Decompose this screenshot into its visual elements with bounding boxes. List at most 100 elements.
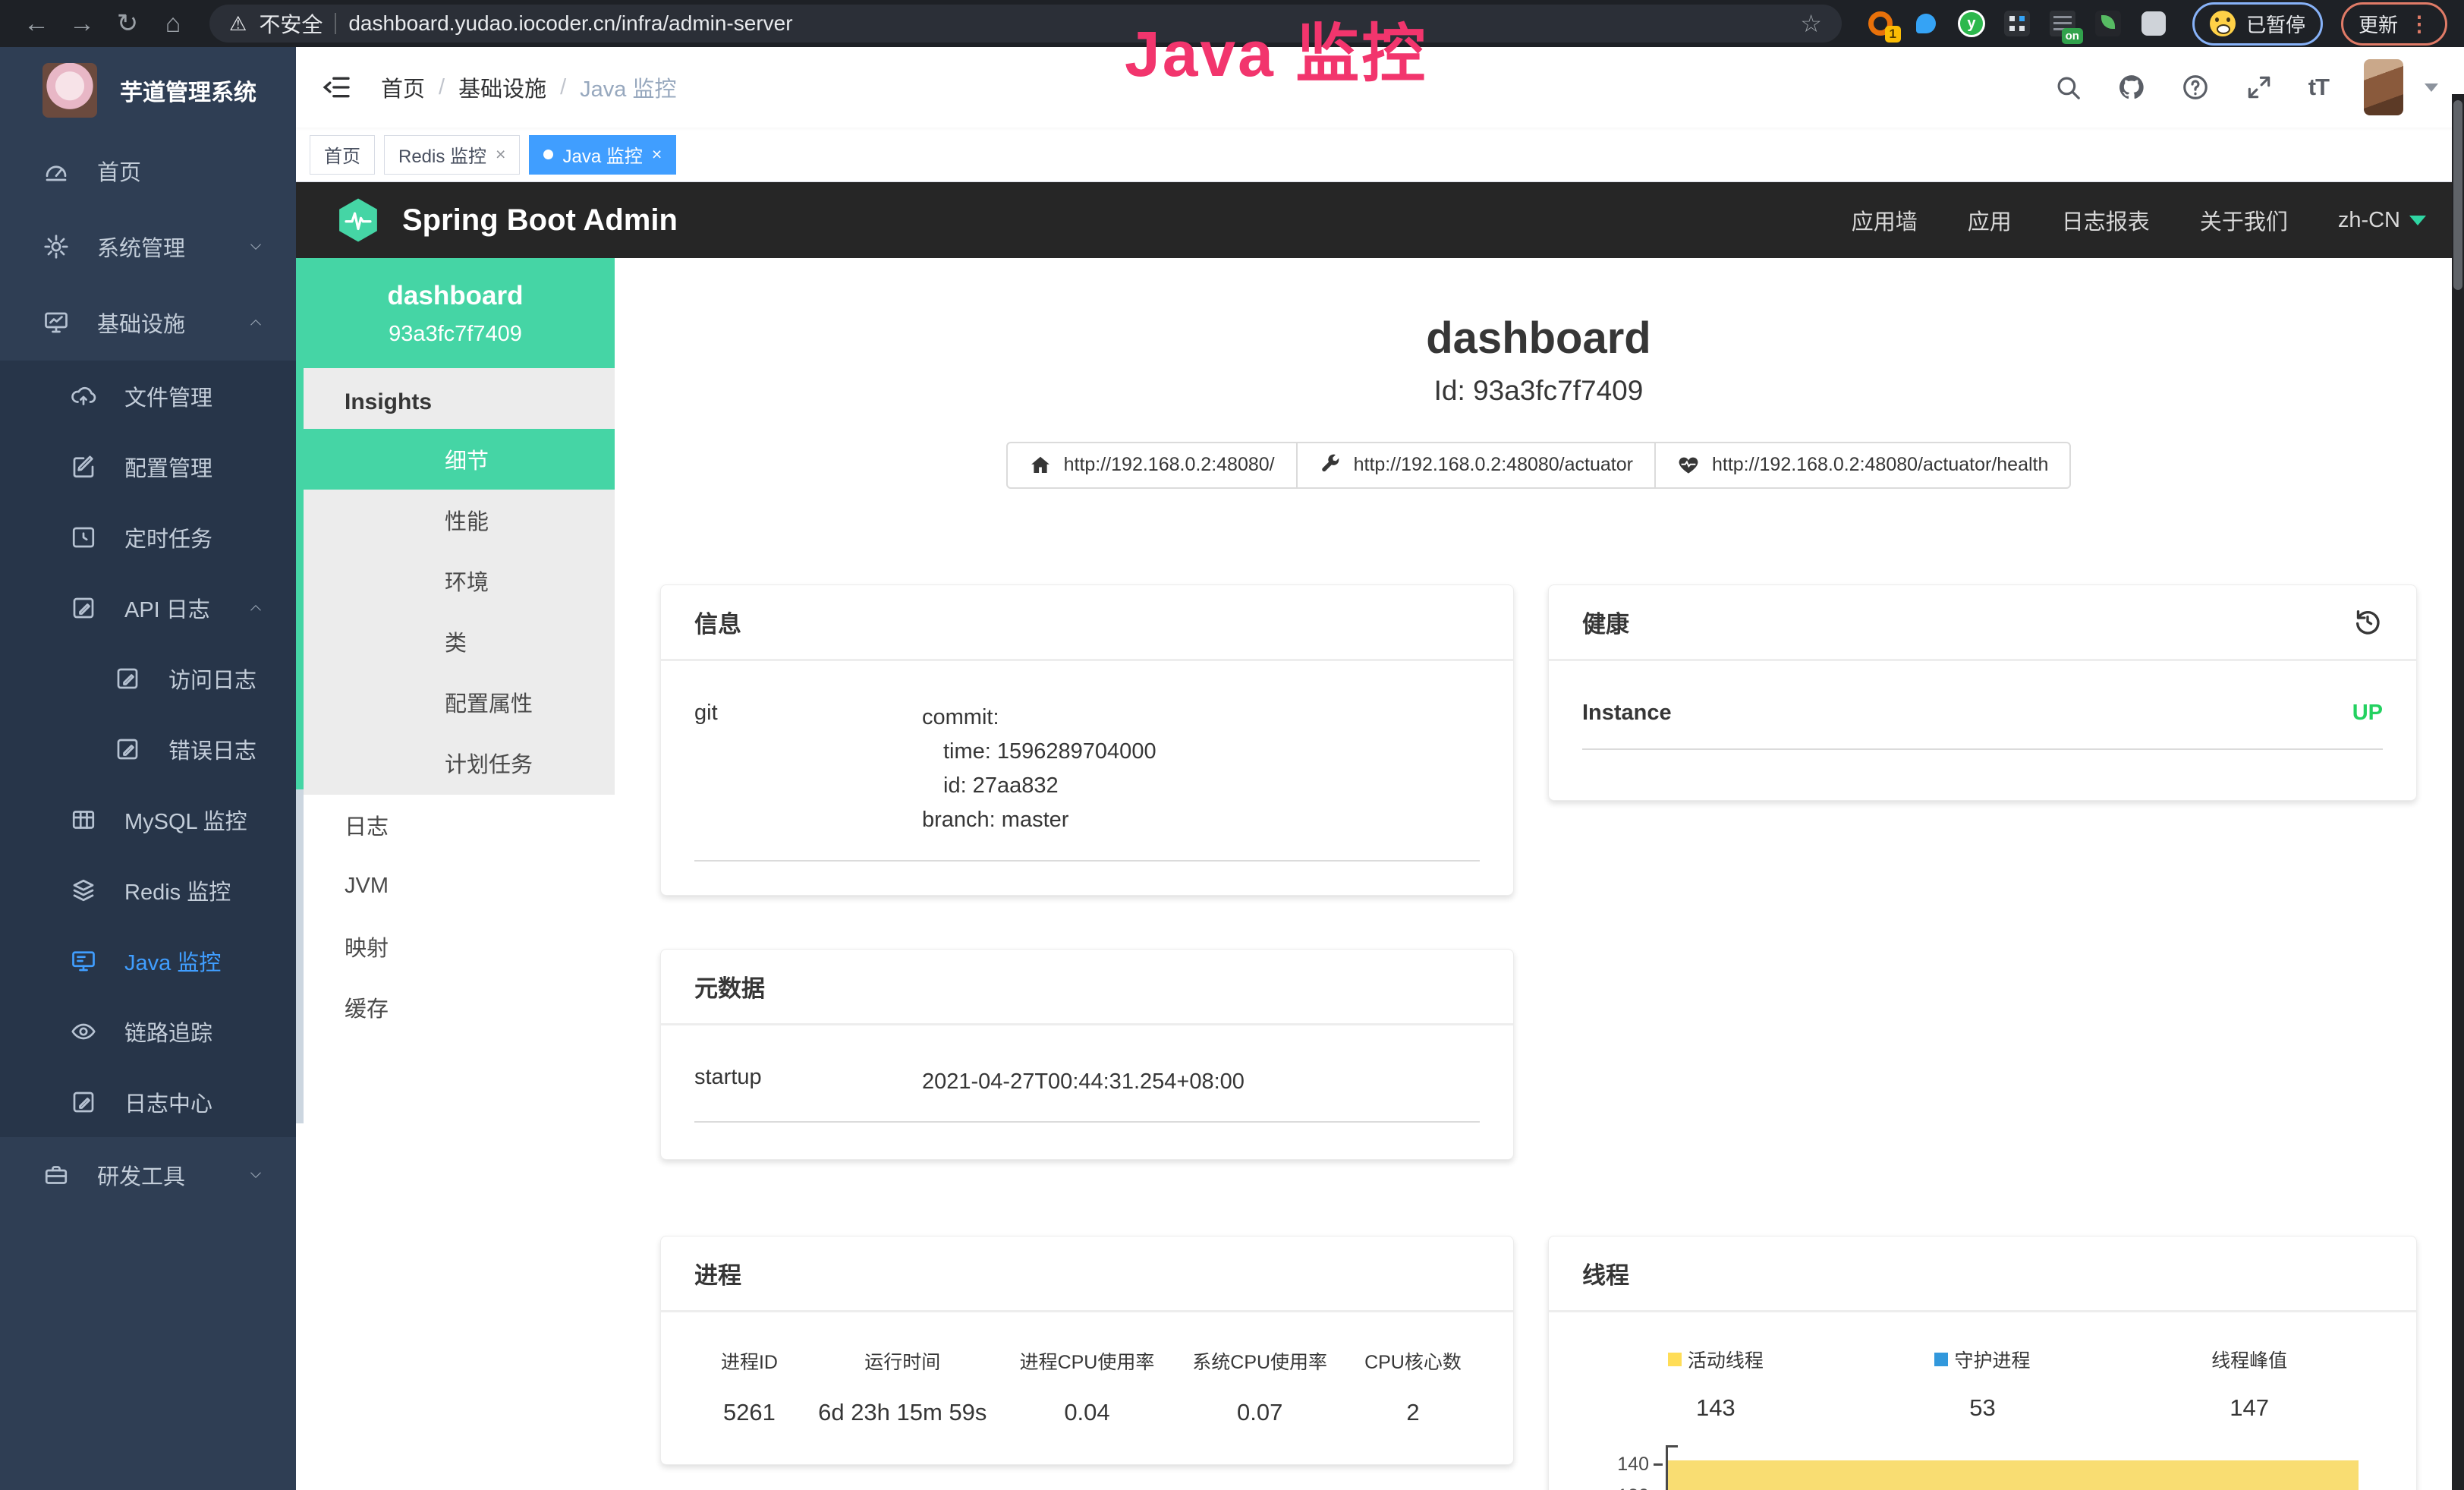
warning-icon: ⚠ — [229, 12, 247, 36]
sba-item-mappings[interactable]: 映射 — [296, 916, 615, 977]
health-url-button[interactable]: http://192.168.0.2:48080/actuator/health — [1654, 442, 2071, 489]
git-commit-line: commit: — [922, 701, 1480, 735]
sidebar-item-java-monitor[interactable]: Java 监控 — [0, 925, 296, 996]
sidebar-item-redis-monitor[interactable]: Redis 监控 — [0, 855, 296, 925]
health-history-button[interactable] — [2352, 606, 2383, 637]
sba-item-logs[interactable]: 日志 — [296, 795, 615, 855]
y-extension-icon[interactable]: y — [1957, 9, 1986, 38]
sprout-extension-icon[interactable] — [2094, 9, 2123, 38]
sidebar-item-system[interactable]: 系统管理 — [0, 209, 296, 285]
sidebar-item-config-management[interactable]: 配置管理 — [0, 431, 296, 502]
monitor-chart-icon — [42, 309, 70, 336]
sba-item-scheduled-tasks[interactable]: 计划任务 — [296, 732, 615, 793]
app-logo-row[interactable]: 芋道管理系统 — [0, 47, 296, 133]
home-icon — [1029, 454, 1052, 477]
paused-label: 已暂停 — [2246, 10, 2305, 38]
sidebar-item-label: API 日志 — [124, 592, 210, 624]
column-header: 进程CPU使用率 — [1001, 1347, 1174, 1375]
sidebar-item-label: 系统管理 — [97, 231, 185, 263]
sba-nav-about[interactable]: 关于我们 — [2200, 204, 2288, 236]
extension-icon[interactable]: 1 — [1866, 9, 1895, 38]
sidebar-item-log-center[interactable]: 日志中心 — [0, 1066, 296, 1137]
log-edit-icon — [114, 736, 141, 763]
sidebar-item-access-logs[interactable]: 访问日志 — [0, 643, 296, 713]
github-icon[interactable] — [2117, 73, 2146, 102]
bookmark-star-icon[interactable]: ☆ — [1800, 9, 1822, 38]
close-icon[interactable]: × — [496, 144, 505, 165]
sidebar-item-label: MySQL 监控 — [124, 804, 247, 836]
avatar-caret-icon[interactable] — [2425, 83, 2438, 92]
page-scrollbar[interactable] — [2452, 94, 2464, 1490]
sidebar-item-api-logs[interactable]: API 日志 — [0, 572, 296, 643]
row-divider — [694, 1121, 1480, 1123]
y-badge: y — [1958, 10, 1985, 37]
on-extension-icon[interactable]: on — [2048, 9, 2077, 38]
threads-stats: 活动线程 143 守护进程 53 线程峰值 147 — [1582, 1312, 2383, 1422]
kebab-menu-icon[interactable]: ⋮ — [2409, 11, 2430, 36]
pin-extension-icon[interactable] — [1912, 9, 1940, 38]
sba-item-classes[interactable]: 类 — [296, 611, 615, 672]
app-title: 芋道管理系统 — [120, 74, 256, 107]
update-label: 更新 — [2359, 10, 2398, 38]
app-shell: 芋道管理系统 首页 系统管理 基础设施 文件管理 配置管理 定时任务 — [0, 47, 2464, 1490]
sba-app-header[interactable]: dashboard 93a3fc7f7409 — [296, 258, 615, 368]
sidebar-item-infra[interactable]: 基础设施 — [0, 285, 296, 361]
sba-item-details[interactable]: 细节 — [296, 429, 615, 490]
sba-nav-wallboard[interactable]: 应用墙 — [1852, 204, 1918, 236]
tab-redis-monitor[interactable]: Redis 监控 × — [384, 135, 520, 175]
sba-item-jvm[interactable]: JVM — [296, 855, 615, 916]
breadcrumb-home[interactable]: 首页 — [381, 71, 425, 103]
sba-item-label: 类 — [445, 625, 467, 657]
sidebar-item-home[interactable]: 首页 — [0, 133, 296, 209]
service-url-button[interactable]: http://192.168.0.2:48080/ — [1006, 442, 1298, 489]
tab-java-monitor[interactable]: Java 监控 × — [529, 135, 676, 175]
search-icon[interactable] — [2053, 73, 2082, 102]
sba-sidebar: dashboard 93a3fc7f7409 Insights 细节 性能 环境… — [296, 258, 615, 1490]
sidebar-item-scheduled-jobs[interactable]: 定时任务 — [0, 502, 296, 572]
fullscreen-icon[interactable] — [2245, 73, 2274, 102]
sidebar-item-label: 基础设施 — [97, 307, 185, 339]
sidebar-item-mysql-monitor[interactable]: MySQL 监控 — [0, 784, 296, 855]
process-card-title: 进程 — [661, 1236, 1513, 1312]
health-card-title: 健康 — [1582, 605, 1629, 639]
sba-brand[interactable]: Spring Boot Admin — [334, 196, 678, 244]
sba-item-config-props[interactable]: 配置属性 — [296, 672, 615, 732]
browser-reload-icon[interactable]: ↻ — [108, 0, 147, 47]
extensions-puzzle-icon[interactable] — [2139, 9, 2168, 38]
breadcrumb-infra[interactable]: 基础设施 — [458, 71, 546, 103]
sidebar-item-label: Redis 监控 — [124, 874, 231, 906]
sba-locale-select[interactable]: zh-CN — [2338, 208, 2426, 233]
sba-item-caches[interactable]: 缓存 — [296, 977, 615, 1038]
spring-boot-admin-logo-icon — [334, 196, 382, 244]
paused-profile-chip[interactable]: 已暂停 — [2192, 2, 2323, 46]
font-size-icon[interactable]: tT — [2308, 74, 2329, 101]
process-card: 进程 进程ID 运行时间 进程CPU使用率 系统CPU使用率 CPU核心数 52… — [660, 1236, 1514, 1465]
browser-back-icon[interactable]: ← — [17, 0, 56, 47]
tab-home[interactable]: 首页 — [310, 135, 375, 175]
git-id-line: id: 27aa832 — [922, 769, 1480, 803]
browser-update-button[interactable]: 更新 ⋮ — [2341, 2, 2447, 46]
help-icon[interactable] — [2181, 73, 2210, 102]
actuator-url-button[interactable]: http://192.168.0.2:48080/actuator — [1296, 442, 1656, 489]
sidebar-item-tracing[interactable]: 链路追踪 — [0, 996, 296, 1066]
sidebar-item-error-logs[interactable]: 错误日志 — [0, 713, 296, 784]
menu-fold-icon[interactable] — [322, 72, 352, 102]
sidebar-item-file-management[interactable]: 文件管理 — [0, 361, 296, 431]
sidebar-item-label: 研发工具 — [97, 1159, 185, 1191]
close-icon[interactable]: × — [652, 144, 662, 165]
user-avatar[interactable] — [2364, 59, 2403, 115]
sba-nav-journal[interactable]: 日志报表 — [2062, 204, 2150, 236]
sidebar-item-dev-tools[interactable]: 研发工具 — [0, 1137, 296, 1213]
breadcrumb-separator: / — [560, 75, 566, 100]
browser-home-icon[interactable]: ⌂ — [153, 0, 193, 47]
address-bar[interactable]: ⚠ 不安全 dashboard.yudao.iocoder.cn/infra/a… — [209, 5, 1842, 43]
chevron-down-icon — [2409, 216, 2426, 225]
sba-item-label: 环境 — [445, 565, 489, 597]
sba-item-metrics[interactable]: 性能 — [296, 490, 615, 550]
sba-nav-applications[interactable]: 应用 — [1968, 204, 2012, 236]
sba-item-environment[interactable]: 环境 — [296, 550, 615, 611]
chevron-down-icon — [246, 1165, 266, 1185]
browser-forward-icon[interactable]: → — [62, 0, 102, 47]
grid-extension-icon[interactable] — [2003, 9, 2031, 38]
scrollbar-thumb[interactable] — [2453, 100, 2462, 290]
